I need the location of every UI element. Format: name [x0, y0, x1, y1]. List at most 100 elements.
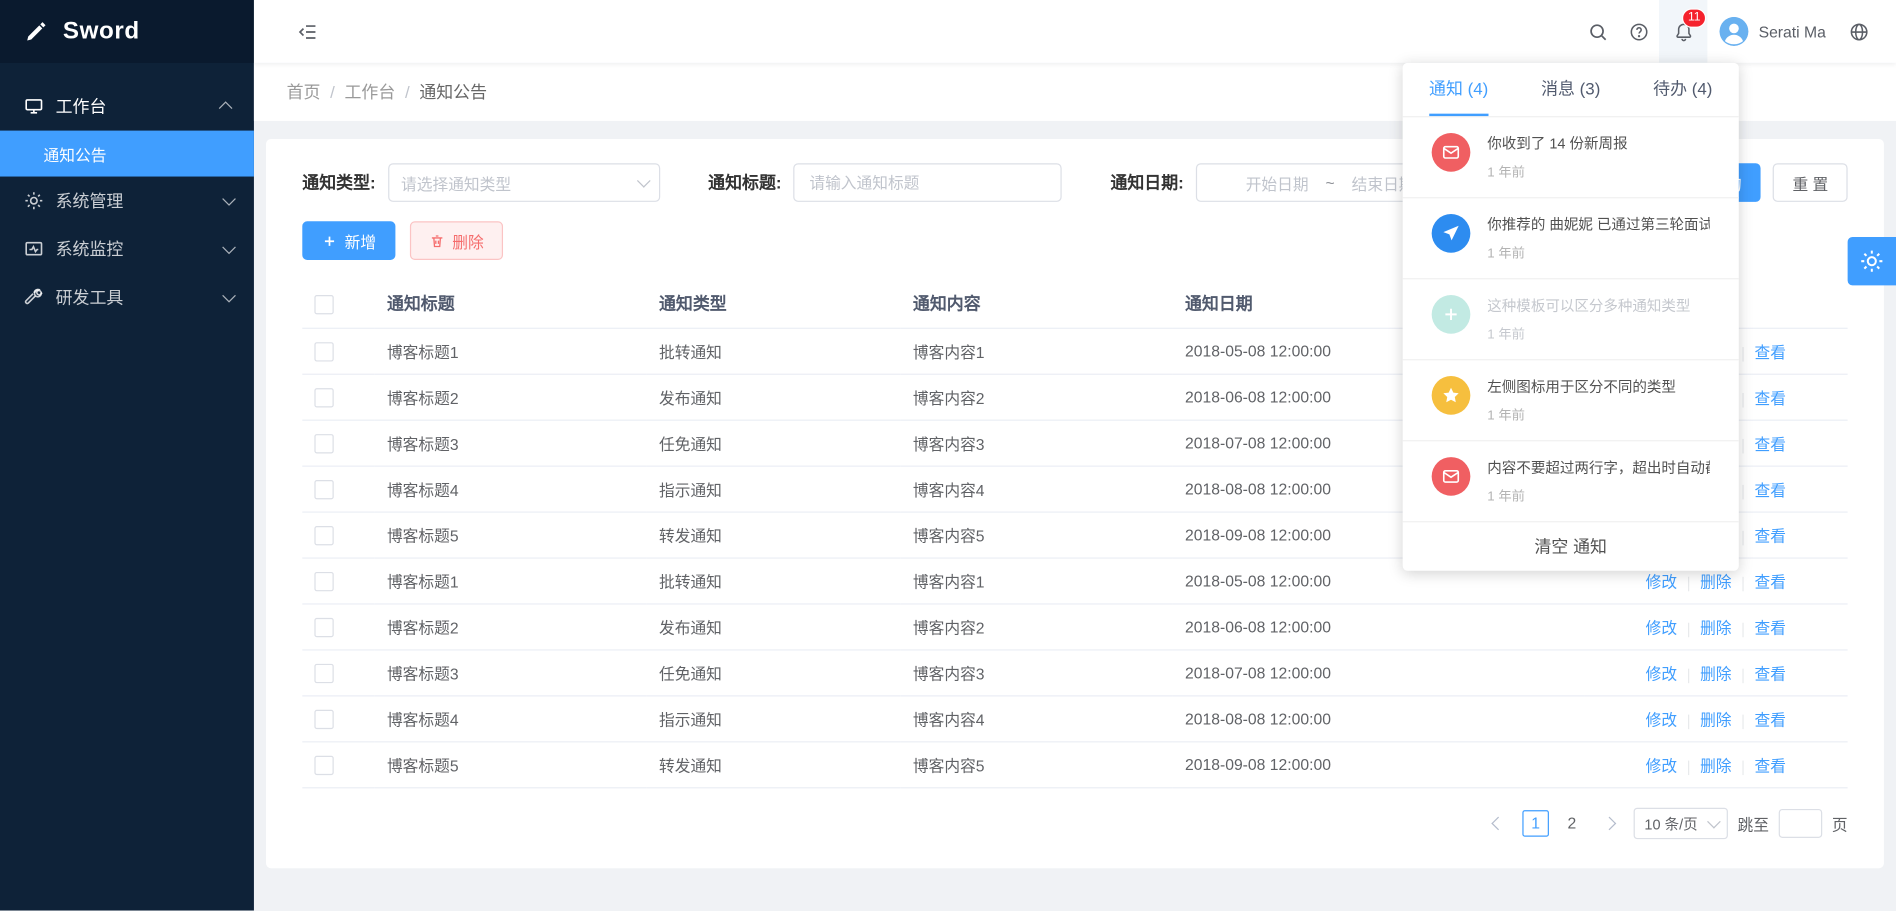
sidebar-item-label: 系统监控	[56, 237, 223, 261]
view-link[interactable]: 查看	[1755, 389, 1786, 407]
notice-type-select[interactable]: 请选择通知类型	[388, 163, 660, 202]
chevron-left-icon	[1491, 817, 1505, 831]
sidebar-item-workbench[interactable]: 工作台	[0, 82, 254, 130]
delete-button[interactable]: 删除	[410, 221, 503, 260]
app-logo[interactable]: Sword	[0, 0, 254, 63]
view-link[interactable]: 查看	[1755, 665, 1786, 683]
cell-date: 2018-07-08 12:00:00	[1173, 650, 1584, 696]
notification-item[interactable]: 你推荐的 曲妮妮 已通过第三轮面试 1 年前	[1403, 198, 1739, 279]
view-link[interactable]: 查看	[1755, 343, 1786, 361]
view-link[interactable]: 查看	[1755, 435, 1786, 453]
sidebar-item-system-admin[interactable]: 系统管理	[0, 177, 254, 225]
page-size-select[interactable]: 10 条/页	[1634, 808, 1728, 839]
edit-link[interactable]: 修改	[1646, 757, 1677, 775]
notification-time: 1 年前	[1487, 243, 1709, 262]
view-link[interactable]: 查看	[1755, 619, 1786, 637]
cell-title: 博客标题4	[375, 696, 647, 742]
column-header-content: 通知内容	[901, 279, 1173, 328]
next-page-button[interactable]	[1595, 809, 1624, 838]
edit-link[interactable]: 修改	[1646, 711, 1677, 729]
action-divider	[1742, 484, 1743, 499]
row-checkbox[interactable]	[314, 664, 333, 683]
prev-page-button[interactable]	[1484, 809, 1513, 838]
notification-body: 你推荐的 曲妮妮 已通过第三轮面试 1 年前	[1487, 214, 1709, 262]
jump-page-input[interactable]	[1779, 809, 1823, 838]
cell-title: 博客标题2	[375, 604, 647, 650]
delete-link[interactable]: 删除	[1700, 573, 1731, 591]
sidebar: Sword 工作台 通知公告 系统管理	[0, 0, 254, 911]
view-link[interactable]: 查看	[1755, 527, 1786, 545]
notice-type-label: 通知类型:	[302, 170, 375, 194]
delete-link[interactable]: 删除	[1700, 757, 1731, 775]
breadcrumb-workbench[interactable]: 工作台	[344, 80, 395, 104]
notification-item[interactable]: 这种模板可以区分多种通知类型 1 年前	[1403, 279, 1739, 360]
row-checkbox[interactable]	[314, 572, 333, 591]
row-checkbox[interactable]	[314, 480, 333, 499]
top-bar: 11 Serati Ma	[254, 0, 1896, 63]
notification-body: 左侧图标用于区分不同的类型 1 年前	[1487, 376, 1676, 424]
notification-item[interactable]: 内容不要超过两行字，超出时自动截断 1 年前	[1403, 441, 1739, 522]
row-checkbox[interactable]	[314, 755, 333, 774]
reset-button[interactable]: 重 置	[1773, 163, 1848, 202]
notification-item[interactable]: 你收到了 14 份新周报 1 年前	[1403, 117, 1739, 198]
add-button[interactable]: 新增	[302, 221, 395, 260]
breadcrumb-home[interactable]: 首页	[287, 80, 321, 104]
monitor-icon	[24, 239, 43, 258]
notification-dropdown: 通知 (4) 消息 (3) 待办 (4) 你收到了 14 份新周报 1 年前	[1403, 63, 1739, 571]
help-icon[interactable]	[1618, 0, 1659, 63]
tab-notifications[interactable]: 通知 (4)	[1403, 63, 1515, 116]
page-number-2[interactable]: 2	[1559, 810, 1586, 837]
row-checkbox[interactable]	[314, 342, 333, 361]
language-globe-icon[interactable]	[1838, 0, 1879, 63]
notification-time: 1 年前	[1487, 405, 1676, 424]
gear-icon	[1860, 249, 1884, 273]
view-link[interactable]: 查看	[1755, 757, 1786, 775]
row-checkbox[interactable]	[314, 388, 333, 407]
cell-content: 博客内容1	[901, 328, 1173, 374]
row-checkbox[interactable]	[314, 710, 333, 729]
cell-title: 博客标题4	[375, 466, 647, 512]
row-checkbox[interactable]	[314, 618, 333, 637]
sidebar-item-system-monitor[interactable]: 系统监控	[0, 225, 254, 273]
collapse-menu-icon[interactable]	[287, 0, 328, 63]
tab-messages[interactable]: 消息 (3)	[1515, 63, 1627, 116]
notification-badge: 11	[1682, 8, 1707, 27]
user-menu[interactable]: Serati Ma	[1708, 0, 1838, 63]
action-divider	[1742, 576, 1743, 591]
app-title: Sword	[63, 18, 140, 46]
table-row: 博客标题3 任免通知 博客内容3 2018-07-08 12:00:00 修改删…	[302, 650, 1847, 696]
cell-content: 博客内容2	[901, 604, 1173, 650]
chevron-down-icon	[637, 174, 651, 188]
sidebar-item-notice[interactable]: 通知公告	[0, 131, 254, 177]
cell-type: 指示通知	[647, 696, 901, 742]
notice-title-input[interactable]	[807, 172, 1049, 193]
notifications-bell[interactable]: 11	[1659, 0, 1707, 63]
select-all-checkbox[interactable]	[314, 295, 333, 314]
notification-item[interactable]: 左侧图标用于区分不同的类型 1 年前	[1403, 360, 1739, 441]
tab-todos[interactable]: 待办 (4)	[1627, 63, 1739, 116]
search-icon[interactable]	[1577, 0, 1618, 63]
column-header-title: 通知标题	[375, 279, 647, 328]
view-link[interactable]: 查看	[1755, 573, 1786, 591]
edit-link[interactable]: 修改	[1646, 573, 1677, 591]
edit-link[interactable]: 修改	[1646, 619, 1677, 637]
notification-body: 你收到了 14 份新周报 1 年前	[1487, 133, 1627, 181]
notification-list: 你收到了 14 份新周报 1 年前 你推荐的 曲妮妮 已通过第三轮面试 1 年前	[1403, 117, 1739, 522]
delete-link[interactable]: 删除	[1700, 711, 1731, 729]
delete-link[interactable]: 删除	[1700, 619, 1731, 637]
chevron-down-icon	[222, 241, 236, 255]
edit-link[interactable]: 修改	[1646, 665, 1677, 683]
row-checkbox[interactable]	[314, 434, 333, 453]
row-checkbox[interactable]	[314, 526, 333, 545]
cell-title: 博客标题1	[375, 328, 647, 374]
action-divider	[1742, 622, 1743, 637]
clear-notifications-button[interactable]: 清空 通知	[1403, 522, 1739, 570]
sidebar-item-dev-tools[interactable]: 研发工具	[0, 273, 254, 321]
view-link[interactable]: 查看	[1755, 481, 1786, 499]
view-link[interactable]: 查看	[1755, 711, 1786, 729]
notification-time: 1 年前	[1487, 162, 1627, 181]
page-number-1[interactable]: 1	[1522, 810, 1549, 837]
delete-link[interactable]: 删除	[1700, 665, 1731, 683]
settings-gear-button[interactable]	[1848, 237, 1896, 285]
cell-content: 博客内容2	[901, 374, 1173, 420]
